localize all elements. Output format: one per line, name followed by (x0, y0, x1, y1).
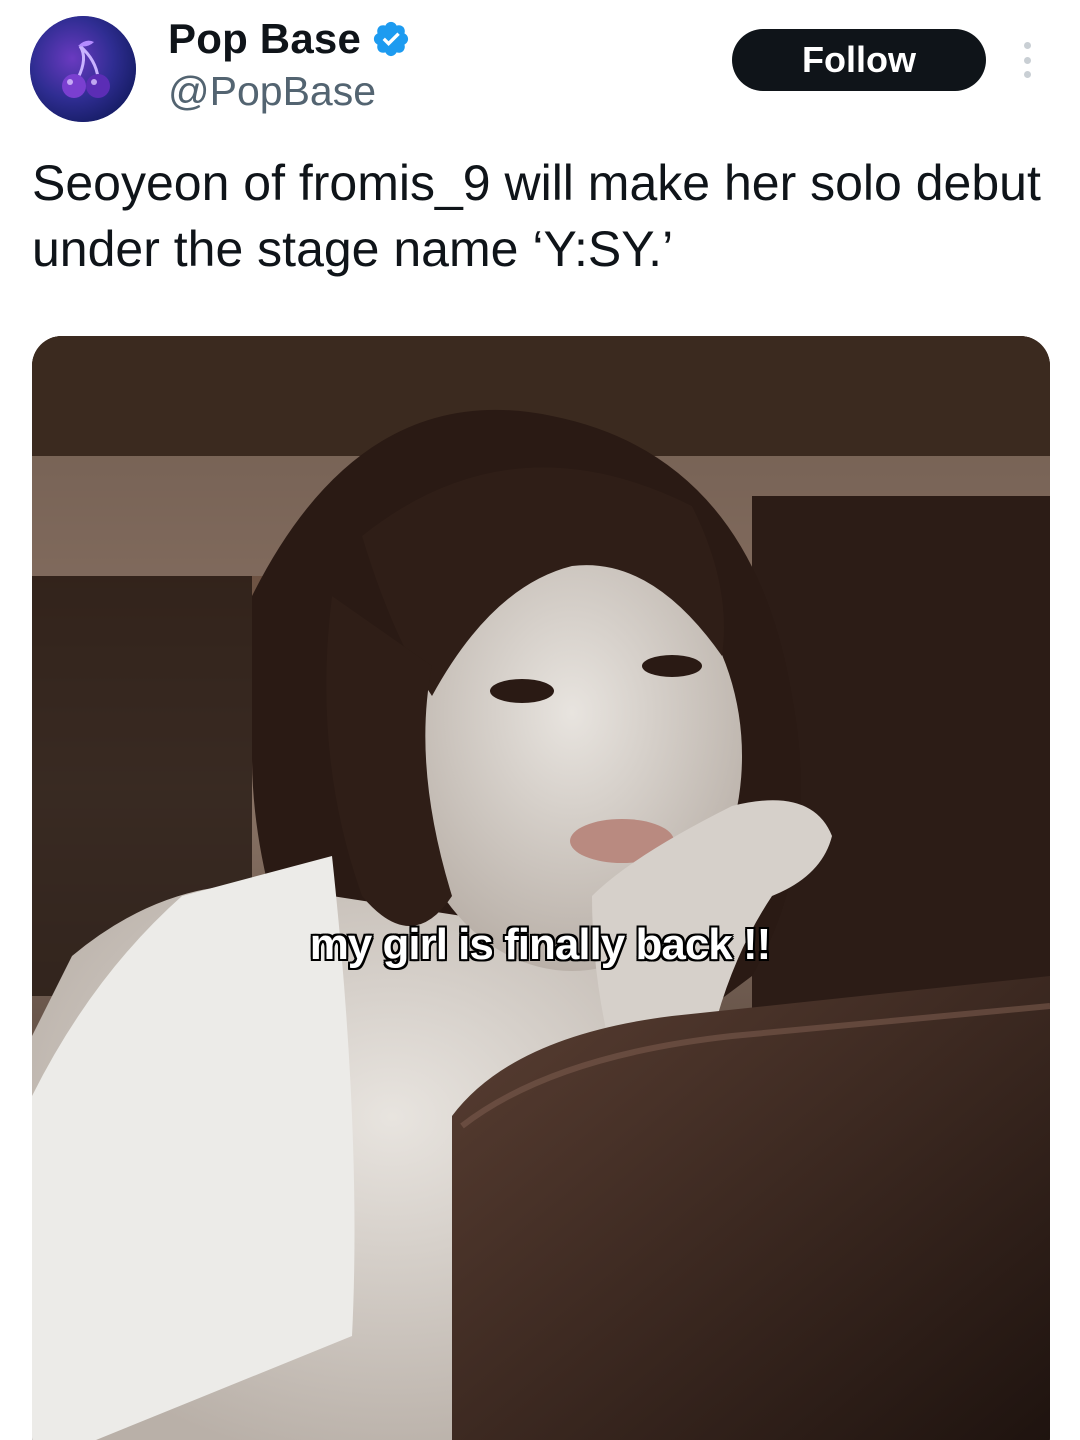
name-row: Pop Base (168, 14, 411, 64)
tweet-card: Pop Base @PopBase Follow Seoyeon of from… (0, 0, 1080, 1440)
cherry-icon (30, 16, 136, 122)
handle[interactable]: @PopBase (168, 68, 376, 115)
verified-badge-icon (373, 21, 409, 57)
display-name[interactable]: Pop Base (168, 15, 361, 63)
avatar[interactable] (30, 16, 136, 122)
tweet-media-photo[interactable] (32, 336, 1050, 1440)
follow-button[interactable]: Follow (732, 29, 986, 91)
caption-overlay-text: my girl is finally back !! (309, 920, 772, 969)
portrait-photo (32, 336, 1050, 1440)
more-vertical-icon[interactable] (1010, 36, 1044, 84)
tweet-text: Seoyeon of fromis_9 will make her solo d… (32, 155, 1041, 277)
